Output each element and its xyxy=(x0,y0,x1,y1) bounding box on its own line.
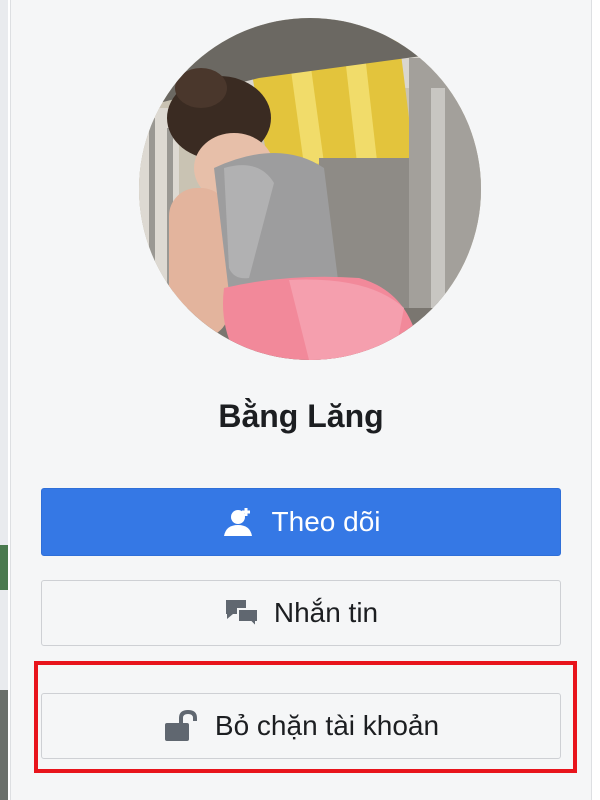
profile-popup: Bằng Lăng Theo dõi Nhắn tin Bỏ chặn tài … xyxy=(0,0,600,800)
profile-card: Bằng Lăng Theo dõi Nhắn tin Bỏ chặn tài … xyxy=(10,0,592,800)
follow-button-label: Theo dõi xyxy=(271,506,381,537)
background-page-edge xyxy=(0,0,8,800)
profile-avatar[interactable] xyxy=(139,18,481,360)
chat-bubbles-icon xyxy=(224,597,260,629)
background-fragment xyxy=(0,690,8,800)
message-button-label: Nhắn tin xyxy=(273,597,379,628)
unblock-account-button[interactable]: Bỏ chặn tài khoản xyxy=(41,693,561,759)
follow-button[interactable]: Theo dõi xyxy=(41,488,561,556)
message-button[interactable]: Nhắn tin xyxy=(41,580,561,646)
unblock-account-label: Bỏ chặn tài khoản xyxy=(214,710,440,741)
profile-name: Bằng Lăng xyxy=(218,398,384,434)
add-friend-icon xyxy=(222,506,258,538)
background-fragment xyxy=(0,545,8,590)
unlocked-padlock-icon xyxy=(163,709,201,743)
